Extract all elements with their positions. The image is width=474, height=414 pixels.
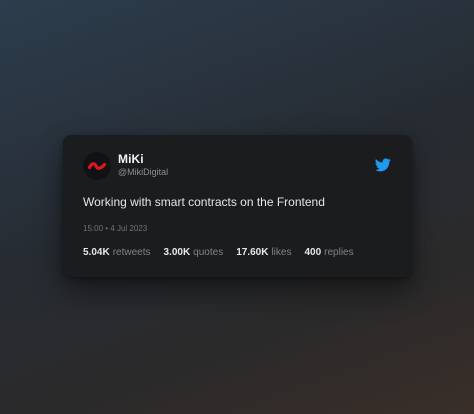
stat-value: 400 (304, 247, 322, 258)
stat-label: likes (271, 247, 292, 258)
stat-likes[interactable]: 17.60K likes (236, 247, 291, 258)
stat-value: 17.60K (236, 247, 269, 258)
stat-label: retweets (112, 247, 151, 258)
stat-replies[interactable]: 400 replies (304, 247, 353, 258)
tweet-card: MiKi @MikiDigital Working with smart con… (63, 135, 412, 277)
twitter-bird-icon[interactable] (375, 158, 391, 172)
tweet-stats: 5.04K retweets 3.00K quotes 17.60K likes 40… (83, 247, 367, 258)
stat-value: 5.04K (83, 247, 110, 258)
stat-retweets[interactable]: 5.04K retweets (83, 247, 150, 258)
tweet-text: Working with smart contracts on the Fron… (83, 195, 325, 209)
tweet-timestamp[interactable]: 15:00 • 4 Jul 2023 (83, 224, 147, 233)
miki-logo-icon[interactable] (83, 152, 111, 180)
stat-label: quotes (193, 247, 224, 258)
stat-quotes[interactable]: 3.00K quotes (163, 247, 223, 258)
stat-value: 3.00K (163, 247, 191, 258)
author-name[interactable]: MiKi (118, 152, 144, 166)
stat-label: replies (324, 247, 354, 258)
author-handle[interactable]: @MikiDigital (118, 167, 168, 177)
